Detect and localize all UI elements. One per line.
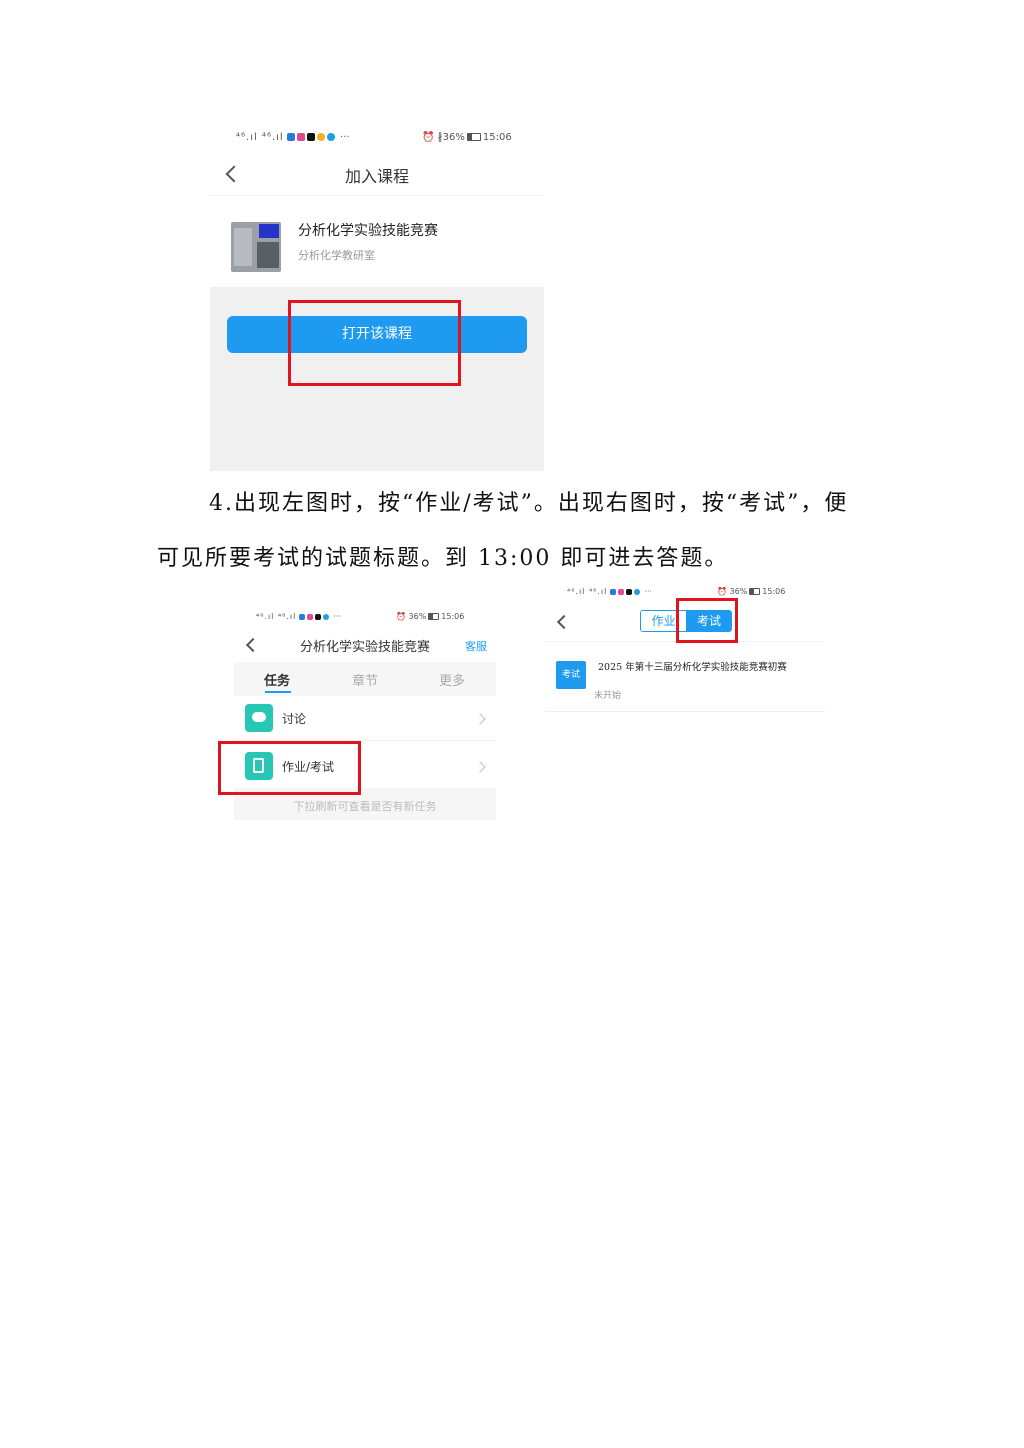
battery-icon [749, 588, 761, 595]
list-item-discussion[interactable]: 讨论 [234, 698, 496, 741]
battery-icon [428, 613, 440, 620]
exam-title: 2025 年第十三届分析化学实验技能竞赛初赛 [598, 662, 787, 673]
status-time: 15:06 [762, 587, 786, 596]
app-icon [617, 588, 624, 595]
app-icon [609, 588, 616, 595]
status-bar: ⁴⁶.ıl ⁴⁶.ıl ··· ⏰ 36% 15:06 [256, 612, 465, 621]
chevron-right-icon [474, 761, 486, 773]
course-teacher: 分析化学教研室 [298, 249, 375, 262]
app-icon [326, 133, 335, 141]
signal-icon: ⁴⁶.ıl ⁴⁶.ıl [256, 612, 297, 621]
battery-percent: 36% [442, 132, 465, 143]
battery-percent: 36% [729, 587, 748, 596]
chevron-right-icon [474, 713, 486, 725]
battery-percent: 36% [408, 612, 427, 621]
back-arrow-icon[interactable] [556, 614, 572, 630]
alarm-icon: ⏰ [396, 612, 406, 621]
tab-chapters[interactable]: 章节 [352, 670, 378, 689]
alarm-icon: ⏰ [717, 587, 727, 596]
page-title: 分析化学实验技能竞赛 [299, 640, 430, 655]
highlight-exam-tab [676, 598, 738, 643]
battery-icon [466, 133, 481, 141]
status-bar: ⁴⁶.ıl ⁴⁶.ıl ··· ⏰ ∦36% 15:06 [236, 132, 512, 143]
status-time: 15:06 [441, 612, 465, 621]
signal-icon: ⁴⁶.ıl ⁴⁶.ıl [236, 132, 284, 143]
list-item-label: 讨论 [282, 712, 307, 726]
app-icon [633, 588, 640, 595]
app-icon [298, 613, 305, 620]
highlight-homework-exam [218, 741, 361, 795]
instruction-line-1: 4.出现左图时，按“作业/考试”。出现右图时，按“考试”，便 [209, 491, 849, 516]
tab-tasks[interactable]: 任务 [264, 670, 290, 689]
app-icon [322, 613, 329, 620]
chat-bubble-icon [245, 704, 273, 732]
app-icon [306, 613, 313, 620]
title-divider [210, 195, 544, 196]
app-icon [296, 133, 305, 141]
app-icon [625, 588, 632, 595]
customer-service-link[interactable]: 客服 [465, 638, 487, 654]
alarm-icon: ⏰ [422, 132, 435, 143]
exam-status: 未开始 [594, 691, 622, 701]
app-icon [306, 133, 315, 141]
tab-active-underline [265, 691, 291, 693]
tab-more[interactable]: 更多 [439, 670, 465, 689]
exam-badge: 考试 [556, 661, 586, 689]
pull-refresh-hint: 下拉刷新可查看是否有新任务 [293, 800, 437, 813]
app-icon [316, 133, 325, 141]
highlight-open-button [288, 300, 461, 386]
status-time: 15:06 [482, 132, 512, 143]
instruction-line-2: 可见所要考试的试题标题。到 13:00 即可进去答题。 [157, 546, 729, 571]
status-bar: ⁴⁶.ıl ⁴⁶.ıl ··· ⏰ 36% 15:06 [567, 587, 786, 596]
exam-list-item[interactable]: 考试 2025 年第十三届分析化学实验技能竞赛初赛 未开始 [545, 645, 825, 712]
signal-icon: ⁴⁶.ıl ⁴⁶.ıl [567, 587, 608, 596]
screenshot-join-course: ⁴⁶.ıl ⁴⁶.ıl ··· ⏰ ∦36% 15:06 加入课程 分析化学实验技… [210, 125, 544, 471]
course-name[interactable]: 分析化学实验技能竞赛 [298, 220, 438, 240]
app-icon [286, 133, 295, 141]
page-title: 加入课程 [344, 167, 409, 186]
course-thumbnail [231, 222, 281, 272]
app-icon [314, 613, 321, 620]
